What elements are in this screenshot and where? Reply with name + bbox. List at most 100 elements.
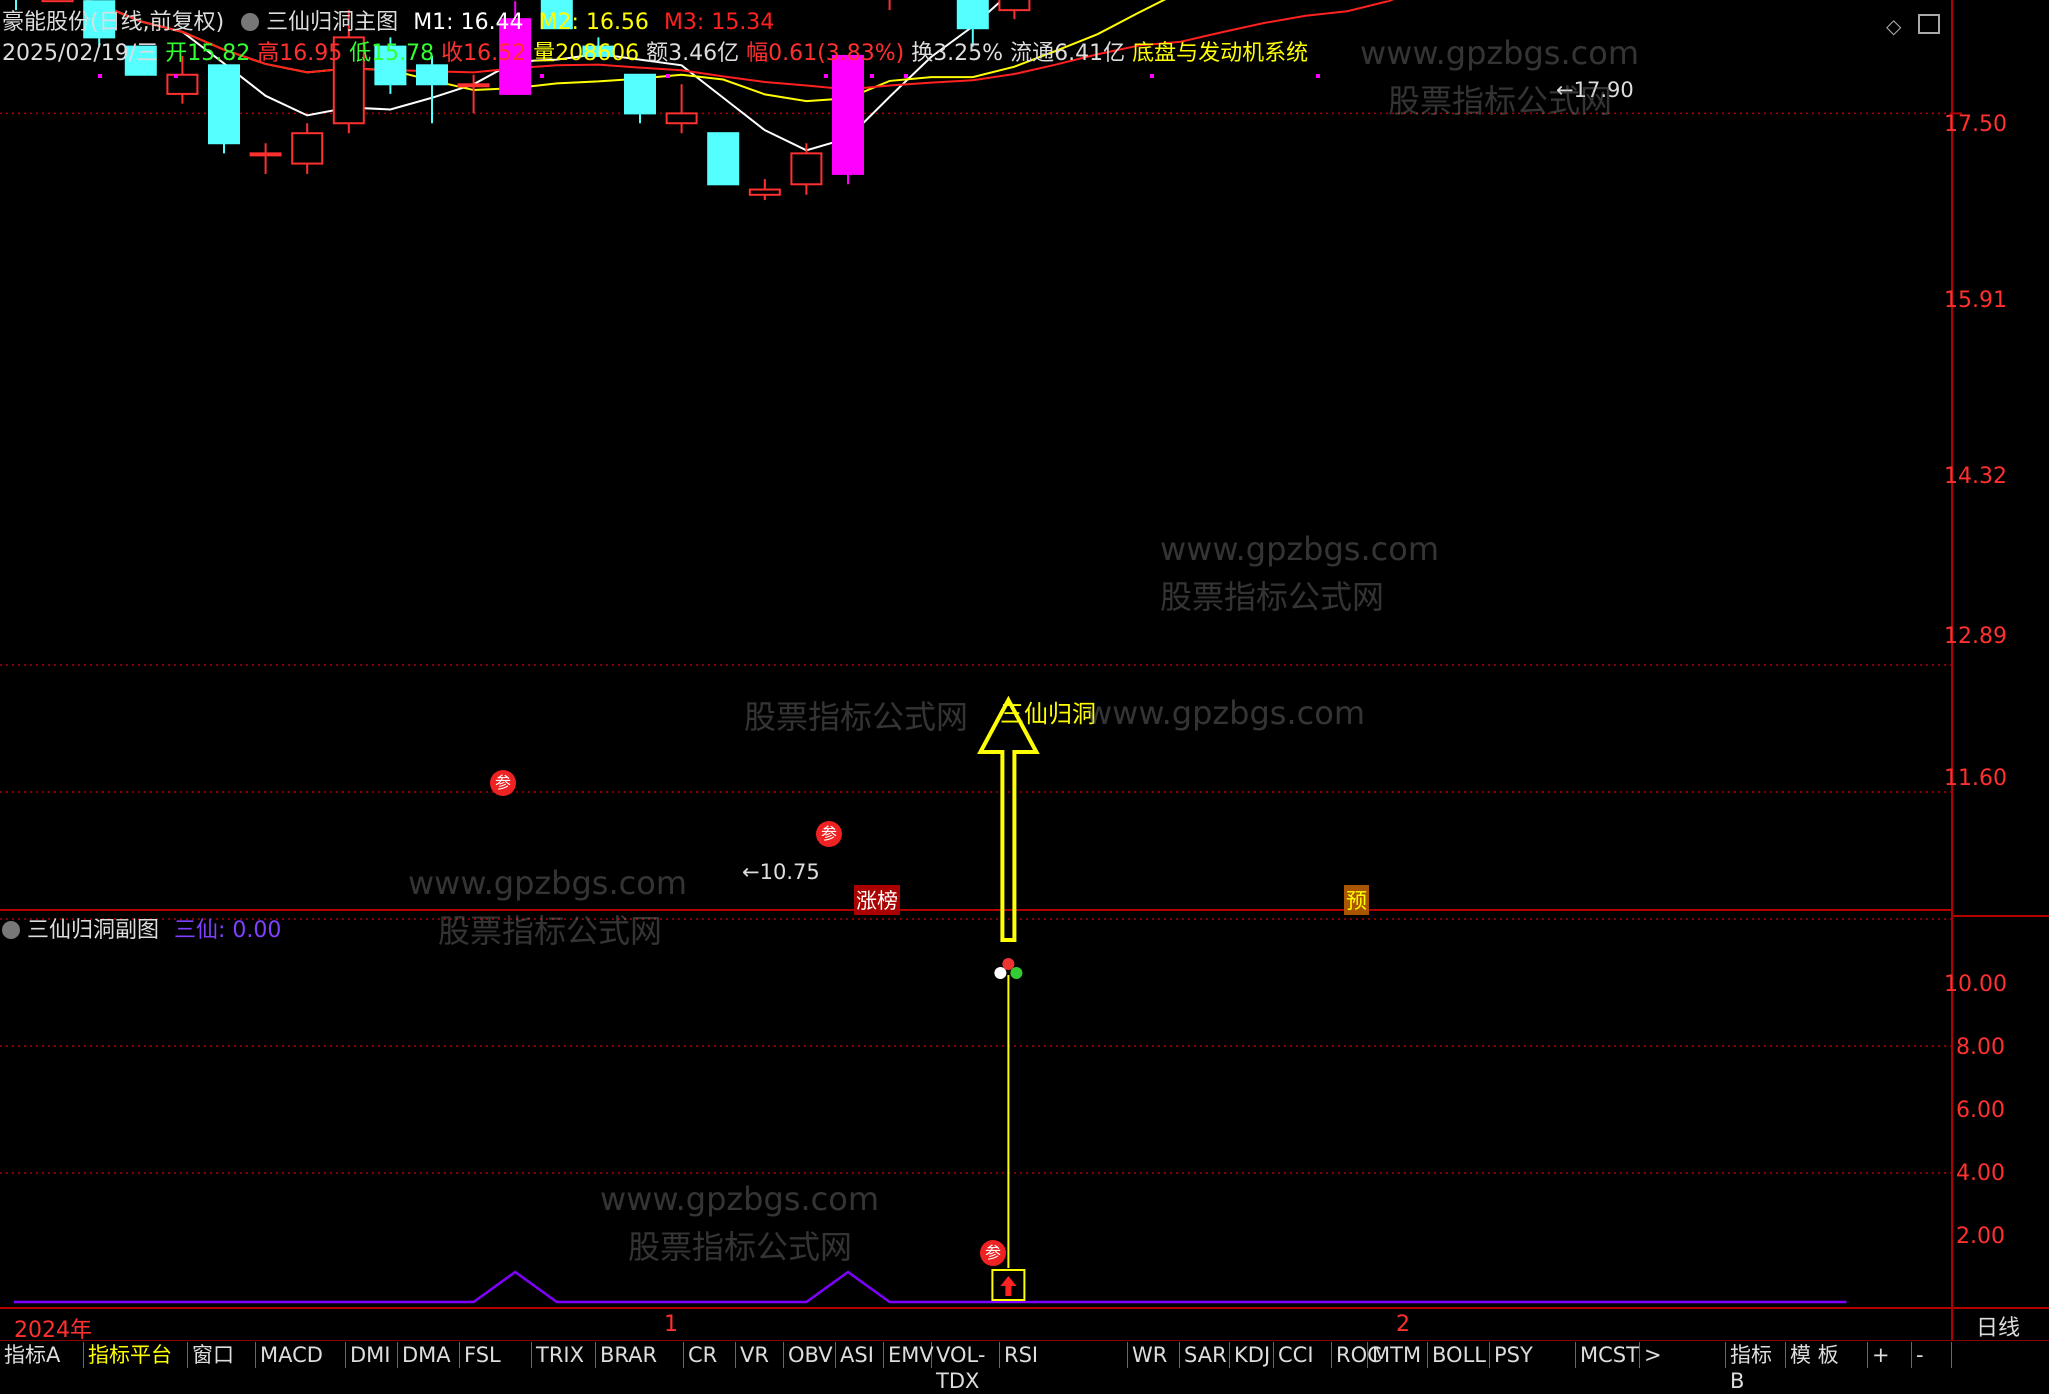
- tab-10[interactable]: VR: [736, 1342, 784, 1368]
- candle-body-11: [457, 83, 490, 88]
- zhangbang-badge[interactable]: 涨榜: [854, 885, 900, 915]
- watermark-url-5: www.gpzbgs.com: [600, 1180, 879, 1218]
- m1-value: M1: 16.44: [413, 10, 524, 35]
- m3-value: M3: 15.34: [663, 10, 775, 35]
- tab-7[interactable]: TRIX: [532, 1342, 596, 1368]
- tab-2[interactable]: 窗口: [188, 1342, 256, 1368]
- price-tick-5: 11.60: [1944, 766, 2007, 791]
- kline-chart[interactable]: [0, 0, 2049, 1368]
- tab-9[interactable]: CR: [684, 1342, 736, 1368]
- watermark-name-5: 股票指标公式网: [628, 1228, 853, 1266]
- main-indicator-name[interactable]: 三仙归洞主图: [266, 10, 398, 35]
- tab-3[interactable]: MACD: [256, 1342, 346, 1368]
- yu-badge[interactable]: 预: [1344, 885, 1369, 915]
- tab-25[interactable]: >: [1640, 1342, 1726, 1368]
- volume-label: 量208606: [533, 41, 640, 66]
- amount-label: 额3.46亿: [646, 41, 740, 66]
- can-marker-2[interactable]: 参: [816, 821, 842, 847]
- watermark-name-2: 股票指标公式网: [1160, 578, 1385, 616]
- sub-header: 三仙归洞副图 三仙: 0.00: [2, 918, 281, 944]
- candle-body-20: [832, 54, 864, 175]
- tab-20[interactable]: ROC: [1332, 1342, 1382, 1368]
- marker-dot-7: [1150, 74, 1154, 78]
- marker-dot-2: [540, 74, 544, 78]
- tab-11[interactable]: OBV: [784, 1342, 836, 1368]
- candle-body-7: [291, 132, 324, 165]
- marker-dot-5: [870, 74, 874, 78]
- price-tick-3: 14.32: [1944, 464, 2007, 489]
- signal-arrow-icon: [977, 695, 1040, 942]
- tab-13[interactable]: EMV: [884, 1342, 934, 1368]
- sub-indicator-name[interactable]: 三仙归洞副图: [27, 918, 159, 943]
- system-label: 底盘与发动机系统: [1132, 41, 1309, 66]
- tab-29[interactable]: -: [1912, 1342, 1952, 1368]
- candle-body-16: [665, 112, 698, 125]
- candle-body-15: [624, 73, 656, 115]
- signal-up-arrow-icon: [1000, 1276, 1017, 1296]
- tab-15[interactable]: RSI: [1000, 1342, 1128, 1368]
- m2-value: M2: 16.56: [538, 10, 649, 35]
- marker-dot-4: [824, 74, 828, 78]
- watermark-url-3: www.gpzbgs.com: [1086, 694, 1365, 732]
- date-label: 2025/02/19/三: [2, 41, 159, 66]
- tab-26[interactable]: 指标B: [1726, 1342, 1786, 1393]
- change-label: 幅0.61(3.83%): [746, 41, 905, 66]
- marker-dot-0: [98, 74, 102, 78]
- tab-8[interactable]: BRAR: [596, 1342, 684, 1368]
- tab-28[interactable]: +: [1868, 1342, 1912, 1368]
- tab-14[interactable]: VOL-TDX: [932, 1342, 1000, 1393]
- tab-22[interactable]: BOLL: [1428, 1342, 1490, 1368]
- tab-19[interactable]: CCI: [1274, 1342, 1332, 1368]
- window-toggle-icon[interactable]: [1918, 14, 1940, 34]
- sub-series-line: [14, 1270, 1847, 1304]
- header-row-2: 2025/02/19/三 开15.82 高16.95 低15.78 收16.52…: [2, 41, 1308, 67]
- watermark-url-4: www.gpzbgs.com: [408, 864, 687, 902]
- candle-body-6: [249, 152, 282, 157]
- candle-body-19: [790, 152, 823, 186]
- diamond-icon[interactable]: ◇: [1886, 14, 1901, 38]
- tab-12[interactable]: ASI: [836, 1342, 884, 1368]
- marker-dot-8: [1316, 74, 1320, 78]
- sub-tick-1: 10.00: [1944, 972, 2007, 997]
- marker-dot-6: [904, 74, 908, 78]
- candle-body-10: [416, 64, 448, 86]
- tab-16[interactable]: WR: [1128, 1342, 1180, 1368]
- can-marker-3[interactable]: 参: [980, 1240, 1006, 1266]
- tab-4[interactable]: DMI: [346, 1342, 398, 1368]
- tab-17[interactable]: SAR: [1180, 1342, 1230, 1368]
- price-tick-2: 15.91: [1944, 288, 2007, 313]
- period-label[interactable]: 日线: [1976, 1310, 2020, 1342]
- tab-0[interactable]: 指标A: [0, 1342, 84, 1368]
- candle-body-23: [956, 0, 989, 30]
- tab-27[interactable]: 模 板: [1786, 1342, 1868, 1368]
- watermark-url-2: www.gpzbgs.com: [1160, 530, 1439, 568]
- marker-dot-1: [174, 74, 178, 78]
- can-marker-1[interactable]: 参: [490, 770, 516, 796]
- watermark-name-4: 股票指标公式网: [438, 912, 663, 950]
- candle-body-18: [748, 188, 781, 196]
- low-price-label: ←10.75: [742, 860, 820, 884]
- tab-1[interactable]: 指标平台: [84, 1342, 188, 1368]
- sub-tick-5: 2.00: [1956, 1224, 2005, 1249]
- open-label: 开15.82: [165, 41, 251, 66]
- stock-name[interactable]: 豪能股份(日线,前复权): [2, 10, 224, 35]
- high-label: 高16.95: [257, 41, 343, 66]
- candle-body-17: [707, 132, 740, 186]
- time-axis-month-2: 2: [1396, 1312, 1410, 1337]
- signal-label: 三仙归洞: [1000, 700, 1096, 728]
- tab-21[interactable]: MTM: [1368, 1342, 1428, 1368]
- watermark-name-3: 股票指标公式网: [744, 698, 969, 736]
- sub-tick-3: 6.00: [1956, 1098, 2005, 1123]
- tab-18[interactable]: KDJ: [1230, 1342, 1274, 1368]
- marker-dot-3: [666, 74, 670, 78]
- candle-body-4: [166, 73, 199, 95]
- price-tick-4: 12.89: [1944, 624, 2007, 649]
- tab-6[interactable]: FSL: [460, 1342, 532, 1368]
- indicator-toggle-icon[interactable]: [241, 13, 260, 31]
- header-row-1: 豪能股份(日线,前复权) 三仙归洞主图 M1: 16.44 M2: 16.56 …: [2, 10, 774, 36]
- tab-24[interactable]: MCST: [1576, 1342, 1640, 1368]
- tab-23[interactable]: PSY: [1490, 1342, 1576, 1368]
- tab-5[interactable]: DMA: [398, 1342, 460, 1368]
- signal-ball-red: [1002, 958, 1015, 970]
- sub-indicator-toggle-icon[interactable]: [2, 921, 20, 939]
